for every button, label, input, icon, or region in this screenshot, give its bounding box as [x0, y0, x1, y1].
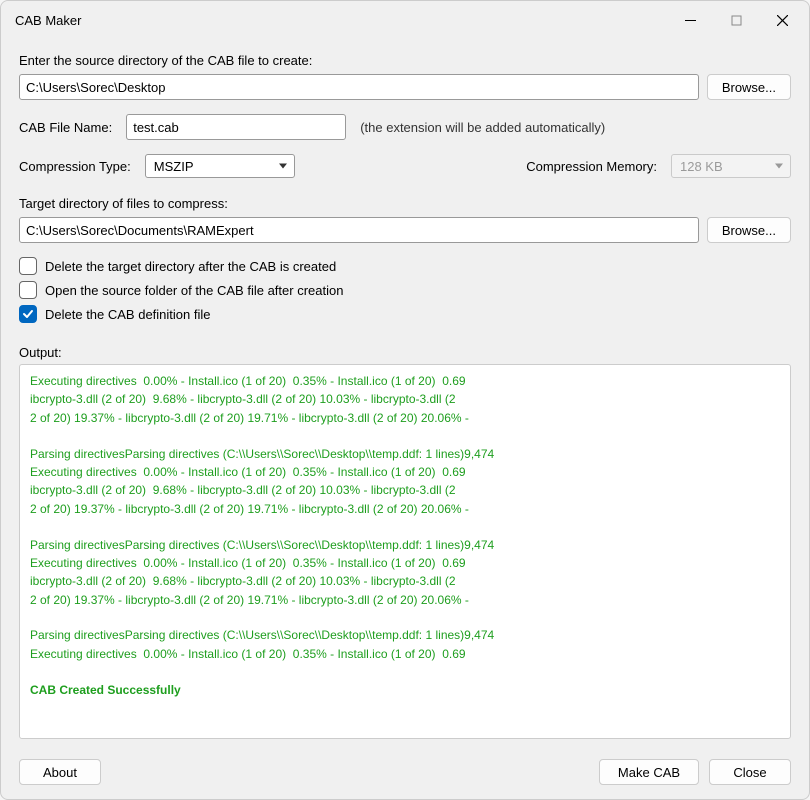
footer: About Make CAB Close — [1, 749, 809, 799]
delete-target-label: Delete the target directory after the CA… — [45, 259, 336, 274]
maximize-icon — [731, 15, 742, 26]
make-cab-button[interactable]: Make CAB — [599, 759, 699, 785]
delete-target-checkbox[interactable] — [19, 257, 37, 275]
compression-type-select[interactable]: MSZIP — [145, 154, 295, 178]
delete-def-checkbox[interactable] — [19, 305, 37, 323]
target-dir-label: Target directory of files to compress: — [19, 196, 791, 211]
source-dir-input[interactable] — [19, 74, 699, 100]
titlebar: CAB Maker — [1, 1, 809, 39]
delete-def-label: Delete the CAB definition file — [45, 307, 210, 322]
output-success: CAB Created Successfully — [30, 683, 181, 697]
output-label: Output: — [19, 345, 791, 360]
cab-name-input[interactable] — [126, 114, 346, 140]
close-window-button[interactable] — [759, 4, 805, 36]
source-dir-label: Enter the source directory of the CAB fi… — [19, 53, 791, 68]
source-browse-button[interactable]: Browse... — [707, 74, 791, 100]
window-title: CAB Maker — [15, 13, 81, 28]
maximize-button[interactable] — [713, 4, 759, 36]
cab-name-label: CAB File Name: — [19, 120, 112, 135]
output-textarea[interactable]: Executing directives 0.00% - Install.ico… — [19, 364, 791, 739]
content-area: Enter the source directory of the CAB fi… — [1, 39, 809, 749]
compression-type-label: Compression Type: — [19, 159, 131, 174]
app-window: CAB Maker Enter the source directory of … — [0, 0, 810, 800]
minimize-button[interactable] — [667, 4, 713, 36]
compression-memory-label: Compression Memory: — [526, 159, 657, 174]
close-icon — [777, 15, 788, 26]
minimize-icon — [685, 15, 696, 26]
close-button[interactable]: Close — [709, 759, 791, 785]
target-dir-input[interactable] — [19, 217, 699, 243]
open-source-label: Open the source folder of the CAB file a… — [45, 283, 343, 298]
compression-memory-select: 128 KB — [671, 154, 791, 178]
open-source-checkbox[interactable] — [19, 281, 37, 299]
target-browse-button[interactable]: Browse... — [707, 217, 791, 243]
about-button[interactable]: About — [19, 759, 101, 785]
checkmark-icon — [22, 308, 34, 320]
cab-name-hint: (the extension will be added automatical… — [360, 120, 605, 135]
